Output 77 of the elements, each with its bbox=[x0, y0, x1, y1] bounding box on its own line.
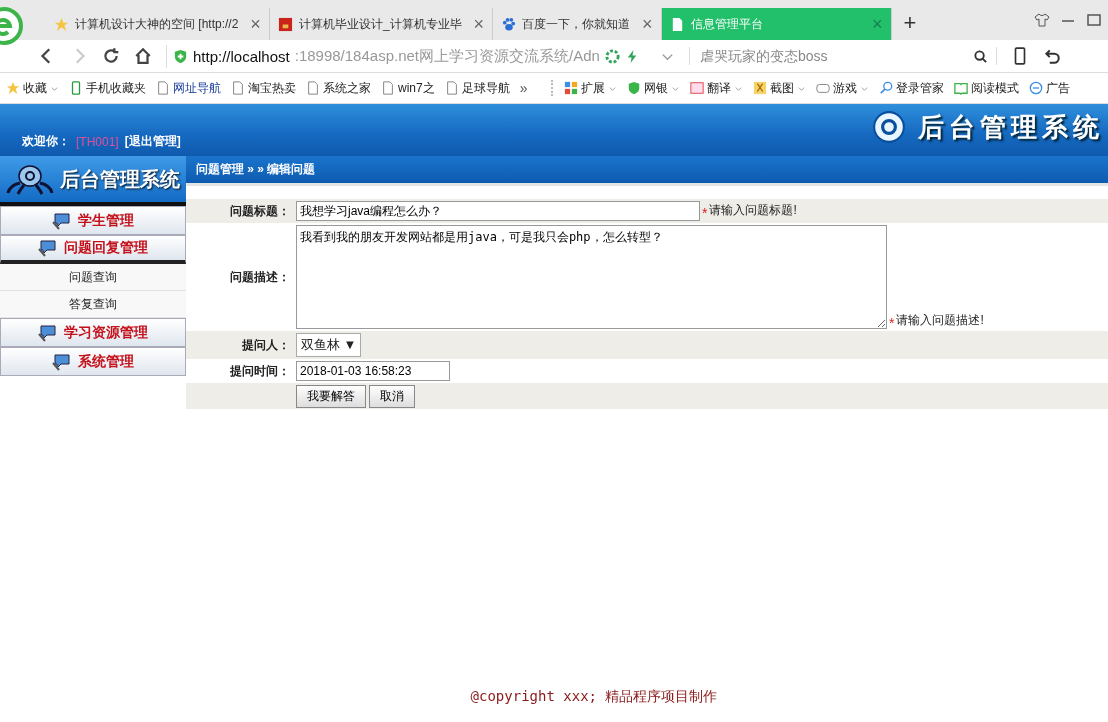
page-icon bbox=[381, 81, 395, 95]
page-icon bbox=[306, 81, 320, 95]
speech-bubble-pen-icon bbox=[38, 239, 58, 257]
page-icon bbox=[231, 81, 245, 95]
bookmark-item[interactable]: 扩展 bbox=[564, 79, 618, 97]
paw-icon bbox=[501, 16, 517, 32]
block-icon bbox=[1029, 81, 1044, 95]
bookmark-item[interactable]: 翻译 bbox=[690, 79, 744, 97]
sidebar-logo: 后台管理系统 bbox=[0, 156, 186, 206]
bookmark-item[interactable]: 系统之家 bbox=[306, 79, 371, 97]
menu-group[interactable]: 学习资源管理 bbox=[0, 318, 186, 347]
bookmark-item[interactable]: 截图 bbox=[753, 79, 807, 97]
shield-icon bbox=[173, 48, 188, 64]
new-tab-button[interactable]: + bbox=[903, 10, 917, 36]
asker-select[interactable]: 双鱼林 ▼ bbox=[296, 333, 362, 357]
page-icon bbox=[156, 81, 170, 95]
description-textarea[interactable]: 我看到我的朋友开发网站都是用java，可是我只会php，怎么转型？ bbox=[296, 225, 887, 329]
banner-title: 后台管理系统 bbox=[918, 111, 1104, 144]
copyright-text: @copyright xxx; 精品程序项目制作 bbox=[470, 688, 718, 706]
user-name: [TH001] bbox=[76, 134, 119, 149]
search-field[interactable]: 虐哭玩家的变态boss bbox=[697, 47, 973, 65]
home-icon[interactable] bbox=[134, 47, 152, 65]
field-label: 提问时间： bbox=[230, 363, 290, 378]
bookmark-item[interactable]: 手机收藏夹 bbox=[69, 79, 146, 97]
welcome-label: 欢迎你： bbox=[22, 133, 70, 150]
search-icon[interactable] bbox=[972, 48, 988, 64]
magnifier-icon bbox=[879, 81, 894, 95]
undo-icon[interactable] bbox=[1042, 47, 1061, 65]
book-icon bbox=[954, 81, 969, 95]
menu-group[interactable]: 问题回复管理 bbox=[0, 235, 186, 264]
site-logo-icon bbox=[277, 16, 293, 32]
form-button[interactable]: 取消 bbox=[369, 384, 415, 408]
speech-bubble-pen-icon bbox=[52, 211, 72, 230]
bookmark-item[interactable]: 登录管家 bbox=[879, 79, 945, 97]
breadcrumb: 问题管理 » » 编辑问题 bbox=[186, 156, 1108, 186]
bookmark-item[interactable]: 网银 bbox=[627, 79, 681, 97]
octopus-icon bbox=[6, 163, 54, 195]
bookmark-item[interactable]: 收藏 bbox=[6, 79, 59, 97]
more-bookmarks-button[interactable]: » bbox=[519, 80, 528, 96]
speech-bubble-pen-icon bbox=[38, 323, 58, 342]
hint-text: 请输入问题标题! bbox=[709, 202, 797, 219]
page-icon bbox=[444, 81, 459, 95]
browser-tab[interactable]: 计算机毕业设计_计算机专业毕 × bbox=[269, 8, 494, 40]
menu-group[interactable]: 系统管理 bbox=[0, 347, 186, 376]
browser-tab[interactable]: 计算机设计大神的空间 [http://2 × bbox=[46, 8, 270, 40]
star-icon bbox=[54, 16, 69, 32]
date-input[interactable]: 2018-01-03 16:58:23 bbox=[296, 361, 450, 381]
star-icon bbox=[6, 81, 20, 95]
logout-link[interactable]: [退出管理] bbox=[124, 133, 181, 150]
field-label: 问题描述： bbox=[230, 269, 290, 284]
bookmark-item[interactable]: 网址导航 bbox=[156, 79, 221, 97]
bookmark-item[interactable]: 淘宝热卖 bbox=[231, 79, 296, 97]
submenu-item[interactable]: 问题查询 bbox=[0, 264, 186, 291]
shirt-icon[interactable] bbox=[1034, 12, 1050, 28]
required-mark: * bbox=[888, 315, 896, 331]
bookmark-item[interactable]: 游戏 bbox=[816, 79, 870, 97]
maximize-icon[interactable] bbox=[1086, 12, 1102, 28]
bookmark-item[interactable]: 足球导航 bbox=[444, 79, 510, 97]
shield-icon bbox=[627, 81, 642, 95]
speech-bubble-pen-icon bbox=[52, 352, 72, 371]
form-button[interactable]: 我要解答 bbox=[296, 384, 366, 408]
submenu-item[interactable]: 答复查询 bbox=[0, 291, 186, 318]
hint-text: 请输入问题描述! bbox=[896, 312, 984, 329]
grid-icon bbox=[564, 81, 579, 95]
bookmark-item[interactable]: 广告 bbox=[1029, 79, 1071, 97]
browser-tab[interactable]: 百度一下，你就知道 × bbox=[493, 8, 662, 40]
reload-icon[interactable] bbox=[102, 47, 120, 65]
title-input[interactable]: 我想学习java编程怎么办？ bbox=[296, 201, 700, 221]
aperture-icon[interactable] bbox=[604, 48, 620, 64]
bookmark-item[interactable]: win7之 bbox=[381, 79, 435, 97]
field-label: 问题标题： bbox=[230, 203, 290, 218]
menu-group[interactable]: 学生管理 bbox=[0, 206, 186, 235]
field-label: 提问人： bbox=[242, 337, 290, 352]
bookmark-item[interactable]: 阅读模式 bbox=[954, 79, 1020, 97]
phone-icon bbox=[69, 81, 83, 95]
address-field[interactable]: http://localhost :18998/184asp.net网上学习资源交流系统/Adn bbox=[166, 44, 646, 68]
required-mark: * bbox=[701, 205, 709, 221]
